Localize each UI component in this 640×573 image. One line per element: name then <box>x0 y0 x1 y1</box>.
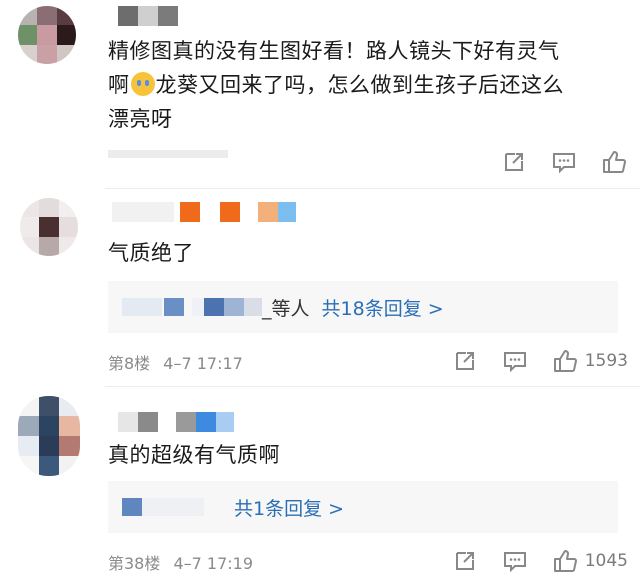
comment-text-line: 啊龙葵又回来了吗，怎么做到生孩子后还这么 <box>108 72 564 97</box>
replier-name-blurred <box>164 298 184 316</box>
crying-face-emoji-icon <box>130 72 155 96</box>
comment-text-line: 精修图真的没有生图好看！路人镜头下好有灵气 <box>108 39 560 63</box>
replier-name-blurred <box>142 498 204 516</box>
comment-icon <box>553 153 575 174</box>
like-count: 1045 <box>584 551 628 571</box>
replier-name-blurred <box>192 298 204 316</box>
avatar[interactable] <box>18 396 80 476</box>
comment-text: 气质绝了 <box>108 241 194 265</box>
share-button[interactable] <box>451 547 479 573</box>
username-blurred[interactable] <box>112 202 296 222</box>
like-button[interactable] <box>600 148 628 176</box>
replier-name-blurred <box>204 298 224 316</box>
action-bar: 1045 <box>451 547 628 573</box>
avatar[interactable] <box>20 198 78 256</box>
thumbs-up-icon <box>553 550 577 572</box>
comment-icon <box>503 352 526 373</box>
replier-name-blurred <box>244 298 262 316</box>
like-button[interactable]: 1045 <box>551 547 628 573</box>
replier-name-blurred <box>224 298 244 316</box>
like-button[interactable]: 1593 <box>551 347 628 375</box>
replier-name-blurred <box>122 298 162 316</box>
comment-meta: 第8楼 4–7 17:17 <box>108 350 243 374</box>
reply-preview[interactable]: _等人 共18条回复 > <box>108 281 618 333</box>
timestamp: 4–7 17:19 <box>173 554 254 573</box>
view-replies-link[interactable]: 共18条回复 > <box>322 294 444 321</box>
share-button[interactable] <box>500 148 528 176</box>
action-bar <box>500 148 628 176</box>
share-icon <box>455 352 474 370</box>
share-icon <box>505 153 523 171</box>
comment-icon <box>503 552 526 573</box>
comment-button[interactable] <box>501 547 529 573</box>
username-blurred[interactable] <box>118 6 178 26</box>
divider <box>105 386 640 387</box>
like-count: 1593 <box>584 351 628 371</box>
replier-name-blurred <box>122 498 142 516</box>
comment-text: 真的超级有气质啊 <box>108 443 280 467</box>
avatar[interactable] <box>18 6 76 64</box>
timestamp: 4–7 17:17 <box>163 354 243 373</box>
divider <box>105 188 640 189</box>
reply-others-label: _等人 <box>262 297 310 320</box>
reply-preview[interactable]: 共1条回复 > <box>108 481 618 533</box>
comment-button[interactable] <box>501 347 529 375</box>
username-blurred[interactable] <box>118 412 234 432</box>
comment-text: 精修图真的没有生图好看！路人镜头下好有灵气 啊龙葵又回来了吗，怎么做到生孩子后还… <box>108 34 564 136</box>
thumbs-up-icon <box>553 350 577 372</box>
comment-button[interactable] <box>550 148 578 176</box>
thumbs-up-icon <box>603 151 626 173</box>
floor-number: 第38楼 <box>108 554 161 573</box>
share-button[interactable] <box>451 347 479 375</box>
share-icon <box>455 552 474 570</box>
comment-text-line: 漂亮呀 <box>108 107 173 131</box>
action-bar: 1593 <box>451 347 628 375</box>
view-replies-link[interactable]: 共1条回复 > <box>234 494 344 521</box>
meta-blurred <box>108 150 228 158</box>
comment-meta: 第38楼 4–7 17:19 <box>108 550 253 573</box>
floor-number: 第8楼 <box>108 354 151 373</box>
